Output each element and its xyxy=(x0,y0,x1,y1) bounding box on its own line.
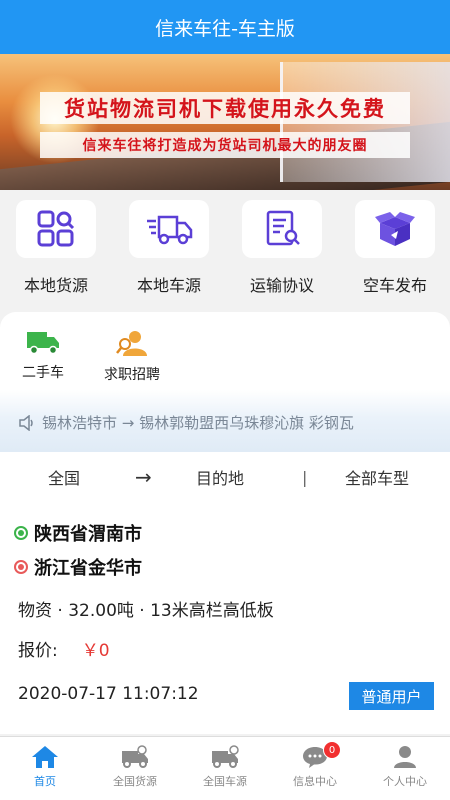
price-value: ￥0 xyxy=(81,641,110,661)
menu-label: 本地车源 xyxy=(136,276,201,295)
speaker-icon xyxy=(19,414,33,431)
menu-label: 二手车 xyxy=(22,365,64,381)
tab-national-cargo[interactable]: 全国货源 xyxy=(90,737,180,800)
menu-empty-truck-post[interactable]: 空车发布 xyxy=(339,200,450,296)
tab-label: 全国货源 xyxy=(113,775,157,788)
price-label: 报价: xyxy=(18,641,58,661)
menu-label: 本地货源 xyxy=(23,276,88,295)
ticker-text: 锡林浩特市 → 锡林郭勒盟西乌珠穆沁旗 彩钢瓦 xyxy=(42,414,354,432)
banner-subline: 信来车往将打造成为货站司机最大的朋友圈 xyxy=(82,138,368,154)
filter-divider: | xyxy=(302,467,308,487)
menu-label: 空车发布 xyxy=(362,276,427,295)
grid-search-icon xyxy=(37,210,75,247)
destination-city: 浙江省金华市 xyxy=(34,558,142,579)
origin-dot-icon xyxy=(14,526,28,540)
user-type-badge: 普通用户 xyxy=(349,682,434,710)
menu-local-vehicles[interactable]: 本地车源 xyxy=(113,200,225,296)
tab-message-center[interactable]: 信息中心 0 xyxy=(270,737,360,800)
home-icon xyxy=(32,746,58,768)
menu-local-cargo[interactable]: 本地货源 xyxy=(0,200,112,296)
origin-filter[interactable]: 全国 xyxy=(48,465,80,489)
origin-city: 陕西省渭南市 xyxy=(34,524,142,545)
bottom-tab-bar: 首页 全国货源 全国车源 信息中心 0 个人中心 xyxy=(0,736,450,800)
truck-icon xyxy=(147,215,193,245)
green-truck-icon xyxy=(27,332,59,355)
promo-banner[interactable]: 货站物流司机下载使用永久免费 信来车往将打造成为货站司机最大的朋友圈 xyxy=(0,54,450,190)
truck-search-icon xyxy=(212,745,239,768)
announcement-ticker[interactable]: 锡林浩特市 → 锡林郭勒盟西乌珠穆沁旗 彩钢瓦 xyxy=(18,412,448,433)
cargo-details: 物资 · 32.00吨 · 13米高栏高低板 xyxy=(18,601,274,621)
document-icon xyxy=(266,210,300,246)
vehicle-type-filter[interactable]: 全部车型 xyxy=(345,465,409,489)
worker-icon xyxy=(116,331,147,356)
user-icon xyxy=(394,746,416,768)
destination-row: 浙江省金华市 xyxy=(14,554,142,580)
unread-count-badge: 0 xyxy=(323,741,341,759)
app-header: 信来车往-车主版 xyxy=(0,0,450,54)
tab-personal-center[interactable]: 个人中心 xyxy=(360,737,450,800)
menu-used-trucks[interactable]: 二手车 xyxy=(22,328,64,382)
tab-label: 个人中心 xyxy=(383,775,427,788)
destination-filter[interactable]: 目的地 xyxy=(196,465,244,489)
origin-row: 陕西省渭南市 xyxy=(14,520,142,546)
box-icon xyxy=(375,212,415,246)
menu-label: 求职招聘 xyxy=(104,367,160,383)
tab-label: 信息中心 xyxy=(293,775,337,788)
route-filter-bar: 全国 → 目的地 | 全部车型 xyxy=(0,452,450,502)
destination-dot-icon xyxy=(14,560,28,574)
banner-headline: 货站物流司机下载使用永久免费 xyxy=(64,96,386,121)
menu-label: 运输协议 xyxy=(249,276,314,295)
menu-transport-agreement[interactable]: 运输协议 xyxy=(226,200,338,296)
tab-national-vehicles[interactable]: 全国车源 xyxy=(180,737,270,800)
cargo-listing-card[interactable]: 陕西省渭南市 浙江省金华市 物资 · 32.00吨 · 13米高栏高低板 报价:… xyxy=(0,502,450,734)
tab-label: 全国车源 xyxy=(203,775,247,788)
route-arrow: → xyxy=(135,465,152,489)
price-row: 报价: ￥0 xyxy=(18,636,110,661)
page-title: 信来车往-车主版 xyxy=(155,17,295,40)
post-time: 2020-07-17 11:07:12 xyxy=(18,684,199,704)
truck-cargo-icon xyxy=(122,745,148,768)
tab-home[interactable]: 首页 xyxy=(0,737,90,800)
secondary-menu: 二手车 求职招聘 xyxy=(0,312,450,398)
quick-menu: 本地货源 本地车源 运输协议 空车发布 xyxy=(0,190,450,306)
tab-label: 首页 xyxy=(34,775,56,788)
menu-jobs-recruiting[interactable]: 求职招聘 xyxy=(104,328,160,384)
